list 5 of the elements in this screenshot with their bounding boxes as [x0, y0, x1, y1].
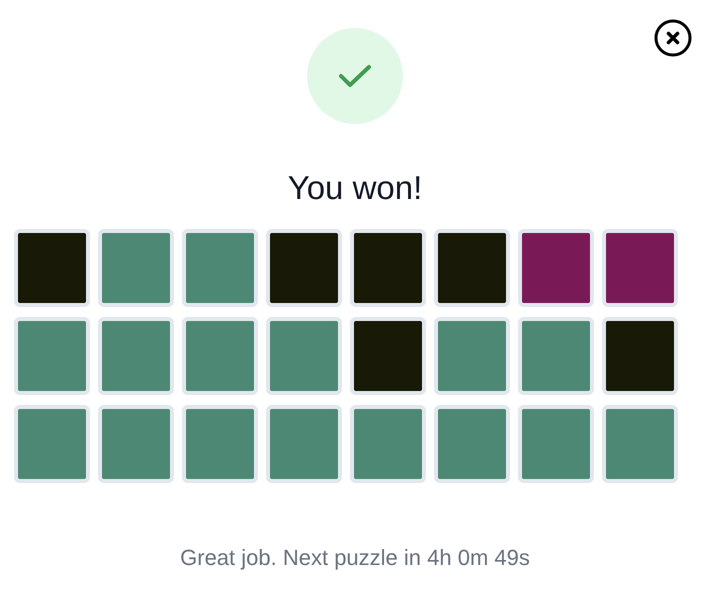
close-icon [654, 19, 692, 57]
result-title: You won! [288, 168, 422, 208]
close-button[interactable] [654, 19, 692, 57]
checkmark-icon [338, 63, 372, 89]
countdown-message: Great job. Next puzzle in 4h 0m 49s [180, 545, 530, 571]
